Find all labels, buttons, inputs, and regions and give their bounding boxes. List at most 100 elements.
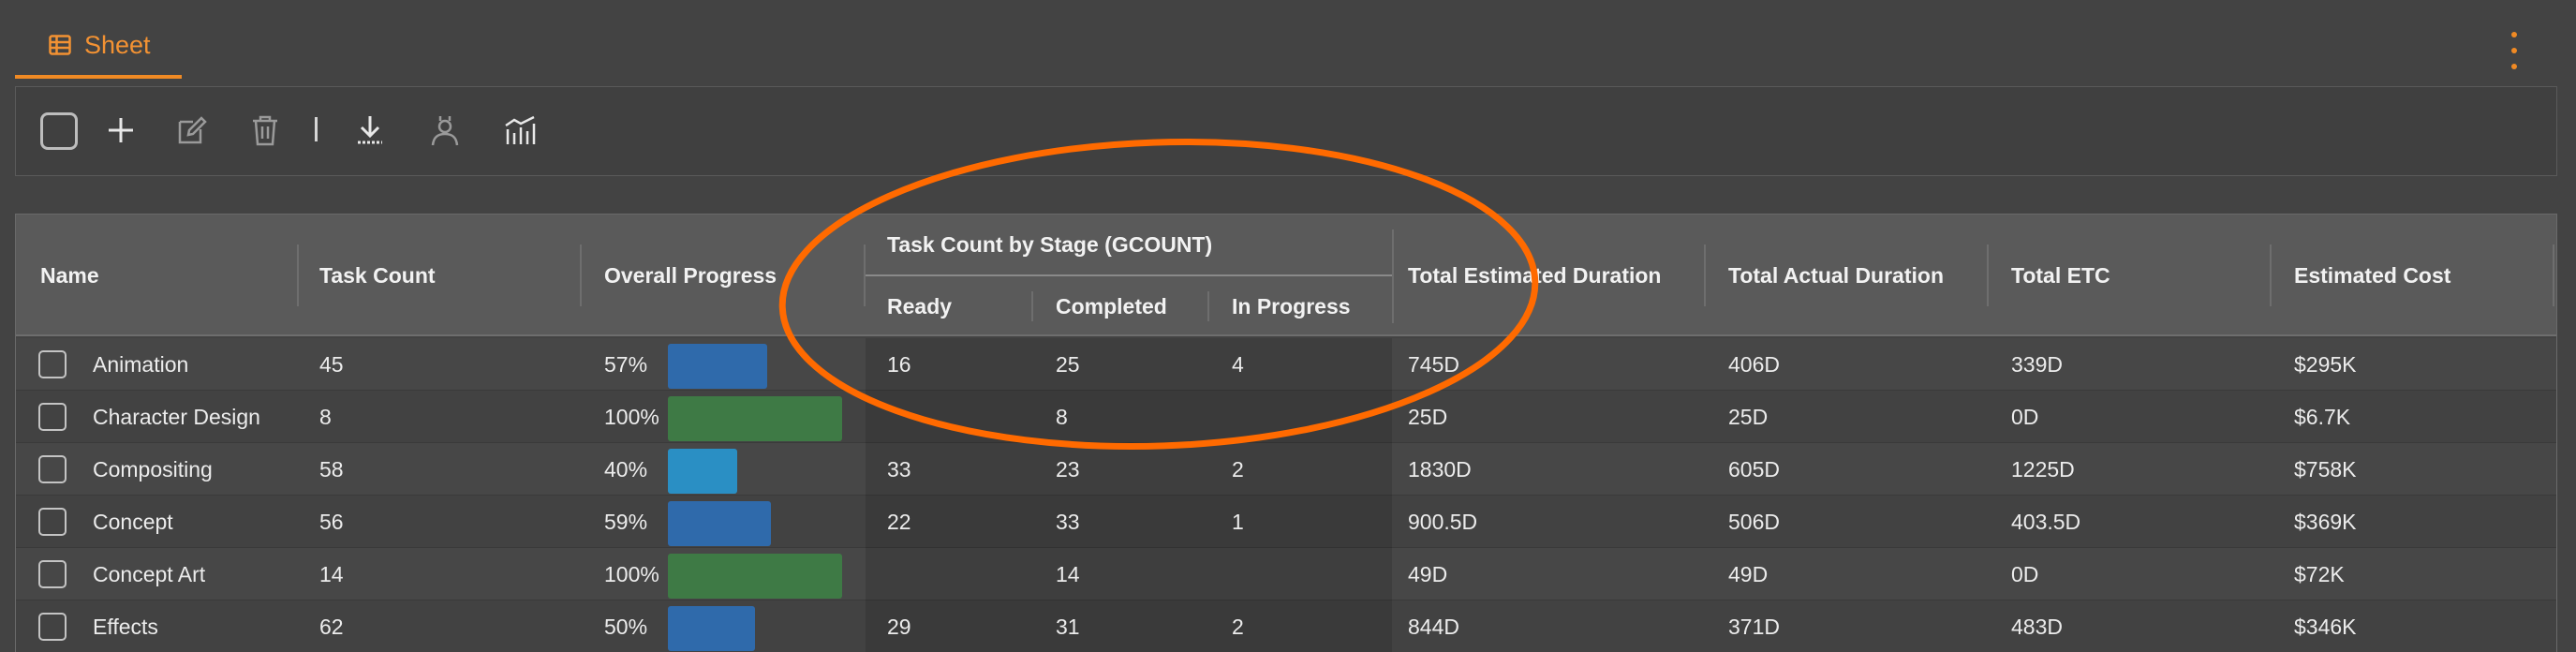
group-cell-bg (866, 338, 1392, 391)
cell-total-estimated-duration: 900.5D (1408, 509, 1478, 534)
header-group-task-count-by-stage: Task Count by Stage (GCOUNT) (887, 231, 1213, 257)
plus-icon (109, 118, 133, 142)
cell-task-count: 62 (319, 614, 344, 639)
row-checkbox[interactable] (38, 455, 67, 483)
cell-in-progress: 2 (1232, 614, 1244, 639)
table-row[interactable]: Compositing 40% 58 33 23 2 1830D 605D 1225D $758K (16, 443, 2556, 496)
data-table: Name Task Count Overall Progress Task Co… (15, 214, 2557, 652)
progress-bar (668, 396, 842, 441)
cell-total-actual-duration: 371D (1728, 614, 1780, 639)
header-ready[interactable]: Ready (887, 286, 952, 327)
header-completed[interactable]: Completed (1056, 286, 1167, 327)
cell-ready: 29 (887, 614, 911, 639)
cell-total-actual-duration: 605D (1728, 456, 1780, 482)
progress-bar (668, 449, 737, 494)
cell-completed: 25 (1056, 351, 1080, 377)
table-row[interactable]: Effects 50% 62 29 31 2 844D 371D 483D $346K (16, 600, 2556, 652)
cell-progress-label: 50% (604, 614, 648, 639)
chart-icon (505, 115, 536, 144)
cell-total-estimated-duration: 745D (1408, 351, 1459, 377)
download-icon (358, 116, 382, 144)
delete-button[interactable] (243, 110, 288, 151)
cell-total-actual-duration: 406D (1728, 351, 1780, 377)
cell-total-estimated-duration: 25D (1408, 404, 1448, 429)
progress-bar (668, 501, 771, 546)
cell-task-count: 8 (319, 404, 332, 429)
toolbar-separator (315, 117, 318, 141)
group-cell-bg (866, 548, 1392, 600)
header-overall-progress[interactable]: Overall Progress (604, 215, 777, 336)
row-checkbox[interactable] (38, 560, 67, 588)
cell-estimated-cost: $369K (2294, 509, 2357, 534)
progress-bar (668, 344, 767, 389)
cell-estimated-cost: $295K (2294, 351, 2357, 377)
header-estimated-cost[interactable]: Estimated Cost (2294, 215, 2450, 336)
cell-completed: 8 (1056, 404, 1068, 429)
cell-name: Concept (93, 509, 173, 534)
cell-estimated-cost: $6.7K (2294, 404, 2351, 429)
trash-icon (253, 115, 277, 146)
cell-name: Animation (93, 351, 189, 377)
cell-ready: 33 (887, 456, 911, 482)
cell-name: Concept Art (93, 561, 206, 586)
header-total-actual-duration[interactable]: Total Actual Duration (1728, 215, 1944, 336)
table-row[interactable]: Character Design 100% 8 8 25D 25D 0D $6.7K (16, 391, 2556, 443)
table-row[interactable]: Animation 57% 45 16 25 4 745D 406D 339D $295K (16, 338, 2556, 391)
assign-button[interactable] (422, 110, 467, 151)
cell-estimated-cost: $346K (2294, 614, 2357, 639)
cell-task-count: 58 (319, 456, 344, 482)
cell-total-estimated-duration: 1830D (1408, 456, 1472, 482)
cell-name: Compositing (93, 456, 213, 482)
table-row[interactable]: Concept 59% 56 22 33 1 900.5D 506D 403.5D $369K (16, 496, 2556, 548)
progress-bar (668, 554, 842, 599)
row-checkbox[interactable] (38, 350, 67, 378)
cell-total-actual-duration: 25D (1728, 404, 1769, 429)
cell-in-progress: 4 (1232, 351, 1244, 377)
tab-bar: Sheet (0, 0, 2576, 81)
header-total-etc[interactable]: Total ETC (2011, 215, 2110, 336)
cell-total-actual-duration: 506D (1728, 509, 1780, 534)
cell-progress-label: 100% (604, 404, 659, 429)
toolbar (15, 86, 2557, 176)
cell-ready: 16 (887, 351, 911, 377)
header-task-count[interactable]: Task Count (319, 215, 436, 336)
cell-estimated-cost: $758K (2294, 456, 2357, 482)
group-cell-bg (866, 443, 1392, 496)
tab-sheet[interactable]: Sheet (15, 15, 182, 79)
cell-task-count: 56 (319, 509, 344, 534)
row-checkbox[interactable] (38, 403, 67, 431)
chart-button[interactable] (497, 110, 542, 151)
download-button[interactable] (348, 110, 392, 151)
group-cell-bg (866, 496, 1392, 548)
edit-button[interactable] (170, 110, 215, 151)
cell-total-estimated-duration: 844D (1408, 614, 1459, 639)
cell-name: Character Design (93, 404, 260, 429)
more-options-icon[interactable] (2505, 32, 2524, 69)
cell-estimated-cost: $72K (2294, 561, 2345, 586)
cell-progress-label: 59% (604, 509, 648, 534)
cell-task-count: 14 (319, 561, 344, 586)
row-checkbox[interactable] (38, 613, 67, 641)
cell-total-etc: 1225D (2011, 456, 2075, 482)
cell-ready: 22 (887, 509, 911, 534)
cell-progress-label: 57% (604, 351, 648, 377)
add-button[interactable] (98, 110, 143, 151)
cell-total-etc: 483D (2011, 614, 2063, 639)
cell-in-progress: 2 (1232, 456, 1244, 482)
cell-completed: 23 (1056, 456, 1080, 482)
header-in-progress[interactable]: In Progress (1232, 286, 1351, 327)
edit-icon (178, 116, 207, 144)
cell-name: Effects (93, 614, 158, 639)
progress-bar (668, 606, 755, 651)
select-all-checkbox[interactable] (40, 112, 78, 150)
tab-sheet-label: Sheet (84, 30, 151, 59)
cell-completed: 14 (1056, 561, 1080, 586)
header-name[interactable]: Name (40, 215, 99, 336)
header-total-estimated-duration[interactable]: Total Estimated Duration (1408, 215, 1662, 336)
assign-user-icon (431, 116, 459, 146)
table-row[interactable]: Concept Art 100% 14 14 49D 49D 0D $72K (16, 548, 2556, 600)
cell-total-etc: 403.5D (2011, 509, 2081, 534)
cell-total-etc: 339D (2011, 351, 2063, 377)
row-checkbox[interactable] (38, 508, 67, 536)
cell-total-etc: 0D (2011, 561, 2039, 586)
